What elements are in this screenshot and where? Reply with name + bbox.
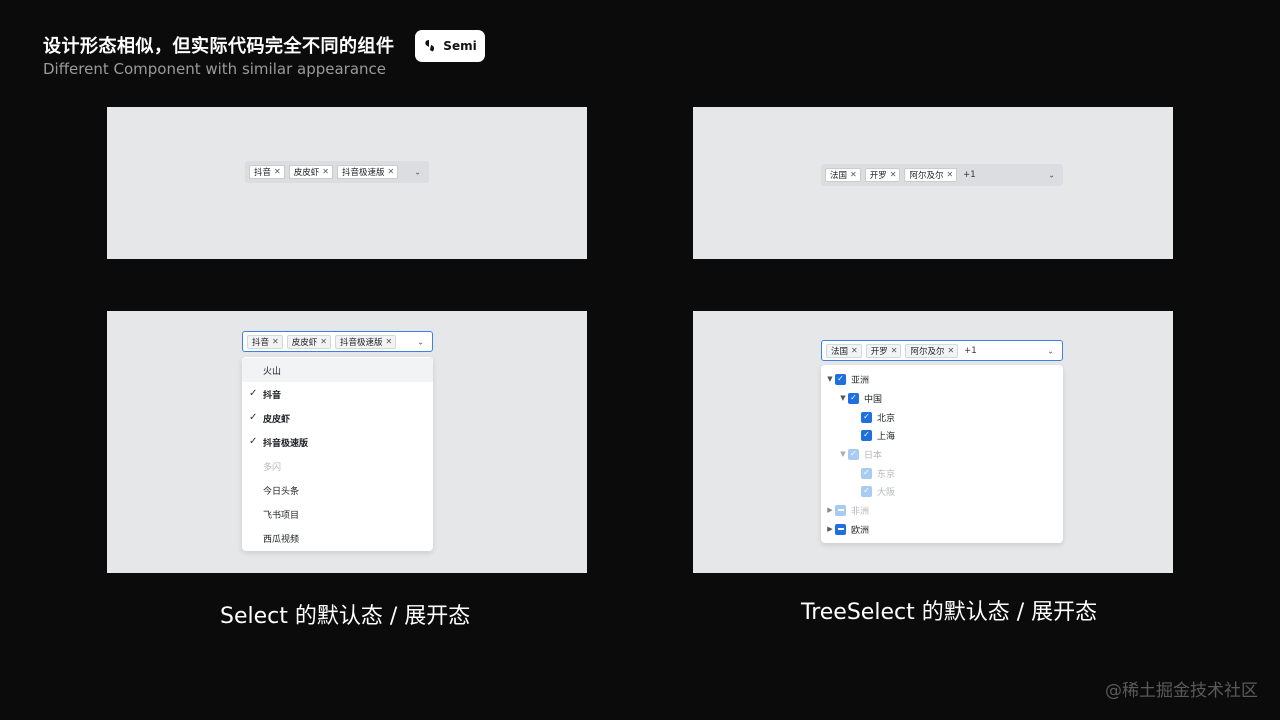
select-option[interactable]: 今日头条 xyxy=(242,478,433,502)
checkbox-checked[interactable]: ✓ xyxy=(848,392,859,404)
select-tag: 抖音 ✕ xyxy=(249,165,285,179)
close-icon[interactable]: ✕ xyxy=(322,168,329,176)
close-icon[interactable]: ✕ xyxy=(851,346,858,355)
select-option[interactable]: ✓ 皮皮虾 xyxy=(242,406,433,430)
chevron-down-icon[interactable]: ⌄ xyxy=(414,168,421,177)
close-icon[interactable]: ✕ xyxy=(274,168,281,176)
checkbox-checked[interactable]: ✓ xyxy=(861,411,872,423)
more-tags-count[interactable]: +1 xyxy=(963,170,976,180)
caret-down-icon[interactable]: ▼ xyxy=(838,450,848,458)
caret-right-icon[interactable]: ▶ xyxy=(825,525,835,533)
select-option[interactable]: ✓ 抖音极速版 xyxy=(242,430,433,454)
semi-logo-icon xyxy=(425,40,435,52)
brand-name: Semi xyxy=(443,39,477,53)
treeselect-default-panel: 法国 ✕ 开罗 ✕ 阿尔及尔 ✕ +1 ⌄ xyxy=(693,107,1173,259)
treeselect-open-panel: 法国 ✕ 开罗 ✕ 阿尔及尔 ✕ +1 ⌄ ▼ ✓ 亚洲 ▼ ✓ 中国 ✓ 北京… xyxy=(693,311,1173,573)
checkbox-checked[interactable]: ✓ xyxy=(835,373,846,385)
checkbox-indeterminate[interactable] xyxy=(835,523,846,535)
checkbox-checked-disabled: ✓ xyxy=(861,485,872,497)
select-trigger[interactable]: 抖音 ✕ 皮皮虾 ✕ 抖音极速版 ✕ ⌄ xyxy=(245,161,429,183)
select-tag: 皮皮虾 ✕ xyxy=(288,165,333,179)
treeselect-tag: 法国 ✕ xyxy=(826,343,862,358)
treeselect-tag: 开罗 ✕ xyxy=(865,343,902,358)
treeselect-tag: 法国 ✕ xyxy=(825,168,861,182)
treeselect-trigger[interactable]: 法国 ✕ 开罗 ✕ 阿尔及尔 ✕ +1 ⌄ xyxy=(821,164,1063,186)
tree-node[interactable]: ✓ 上海 xyxy=(861,426,895,444)
close-icon[interactable]: ✕ xyxy=(850,171,857,179)
close-icon[interactable]: ✕ xyxy=(387,168,394,176)
tree-node-disabled: ✓ 大阪 xyxy=(861,482,895,500)
close-icon[interactable]: ✕ xyxy=(385,337,392,346)
treeselect-caption: TreeSelect 的默认态 / 展开态 xyxy=(801,600,1098,625)
select-tag: 皮皮虾 ✕ xyxy=(286,334,331,349)
checkbox-checked-disabled: ✓ xyxy=(848,448,859,460)
page-subtitle: Different Component with similar appeara… xyxy=(43,60,387,78)
close-icon[interactable]: ✕ xyxy=(272,337,279,346)
close-icon[interactable]: ✕ xyxy=(947,346,954,355)
select-tag: 抖音极速版 ✕ xyxy=(336,165,399,179)
caret-down-icon[interactable]: ▼ xyxy=(838,394,848,402)
tree-node[interactable]: ▼ ✓ 亚洲 xyxy=(825,370,869,388)
check-icon: ✓ xyxy=(249,436,258,447)
select-option[interactable]: ✓ 抖音 xyxy=(242,382,433,406)
check-icon: ✓ xyxy=(249,412,258,423)
tree-node[interactable]: ✓ 北京 xyxy=(861,408,895,426)
tree-node-disabled: ▶ 非洲 xyxy=(825,501,869,519)
watermark: @稀土掘金技术社区 xyxy=(1105,681,1258,701)
treeselect-trigger-focused[interactable]: 法国 ✕ 开罗 ✕ 阿尔及尔 ✕ +1 ⌄ xyxy=(821,340,1063,361)
page-title: 设计形态相似，但实际代码完全不同的组件 xyxy=(43,36,395,57)
select-option[interactable]: 飞书项目 xyxy=(242,502,433,526)
checkbox-indeterminate-disabled xyxy=(835,504,846,516)
close-icon[interactable]: ✕ xyxy=(890,171,897,179)
tree-node[interactable]: ▼ ✓ 中国 xyxy=(838,389,882,407)
semi-brand-badge: Semi xyxy=(415,30,485,62)
treeselect-tag: 开罗 ✕ xyxy=(864,168,901,182)
caret-right-icon[interactable]: ▶ xyxy=(825,506,835,514)
select-dropdown: 火山 ✓ 抖音 ✓ 皮皮虾 ✓ 抖音极速版 多闪 今日头条 飞书项目 西瓜视频 xyxy=(242,357,433,551)
chevron-down-icon[interactable]: ⌄ xyxy=(417,337,424,346)
check-icon: ✓ xyxy=(249,388,258,399)
close-icon[interactable]: ✕ xyxy=(891,346,898,355)
chevron-down-icon[interactable]: ⌄ xyxy=(1048,171,1055,180)
tree-node[interactable]: ▶ 欧洲 xyxy=(825,520,869,538)
select-caption: Select 的默认态 / 展开态 xyxy=(220,604,471,629)
treeselect-tag: 阿尔及尔 ✕ xyxy=(904,168,958,182)
tree-node-disabled: ✓ 东京 xyxy=(861,464,895,482)
tree-node-disabled: ▼ ✓ 日本 xyxy=(838,445,882,463)
caret-down-icon[interactable]: ▼ xyxy=(825,375,835,383)
select-option[interactable]: 火山 xyxy=(242,358,433,382)
close-icon[interactable]: ✕ xyxy=(946,171,953,179)
checkbox-checked-disabled: ✓ xyxy=(861,467,872,479)
select-option-disabled: 多闪 xyxy=(263,462,282,473)
treeselect-tag: 阿尔及尔 ✕ xyxy=(905,343,959,358)
select-tag: 抖音极速版 ✕ xyxy=(334,334,397,349)
select-default-panel: 抖音 ✕ 皮皮虾 ✕ 抖音极速版 ✕ ⌄ xyxy=(107,107,587,259)
checkbox-checked[interactable]: ✓ xyxy=(861,429,872,441)
tree-dropdown: ▼ ✓ 亚洲 ▼ ✓ 中国 ✓ 北京 ✓ 上海 ▼ ✓ 日本 ✓ 东京 ✓ 大阪 xyxy=(821,365,1063,543)
close-icon[interactable]: ✕ xyxy=(320,337,327,346)
more-tags-count[interactable]: +1 xyxy=(964,346,977,356)
select-open-panel: 抖音 ✕ 皮皮虾 ✕ 抖音极速版 ✕ ⌄ 火山 ✓ 抖音 ✓ 皮皮虾 ✓ 抖音极… xyxy=(107,311,587,573)
select-trigger-focused[interactable]: 抖音 ✕ 皮皮虾 ✕ 抖音极速版 ✕ ⌄ xyxy=(242,331,433,352)
chevron-down-icon[interactable]: ⌄ xyxy=(1047,346,1054,355)
select-option[interactable]: 西瓜视频 xyxy=(242,526,433,550)
select-tag: 抖音 ✕ xyxy=(247,334,283,349)
